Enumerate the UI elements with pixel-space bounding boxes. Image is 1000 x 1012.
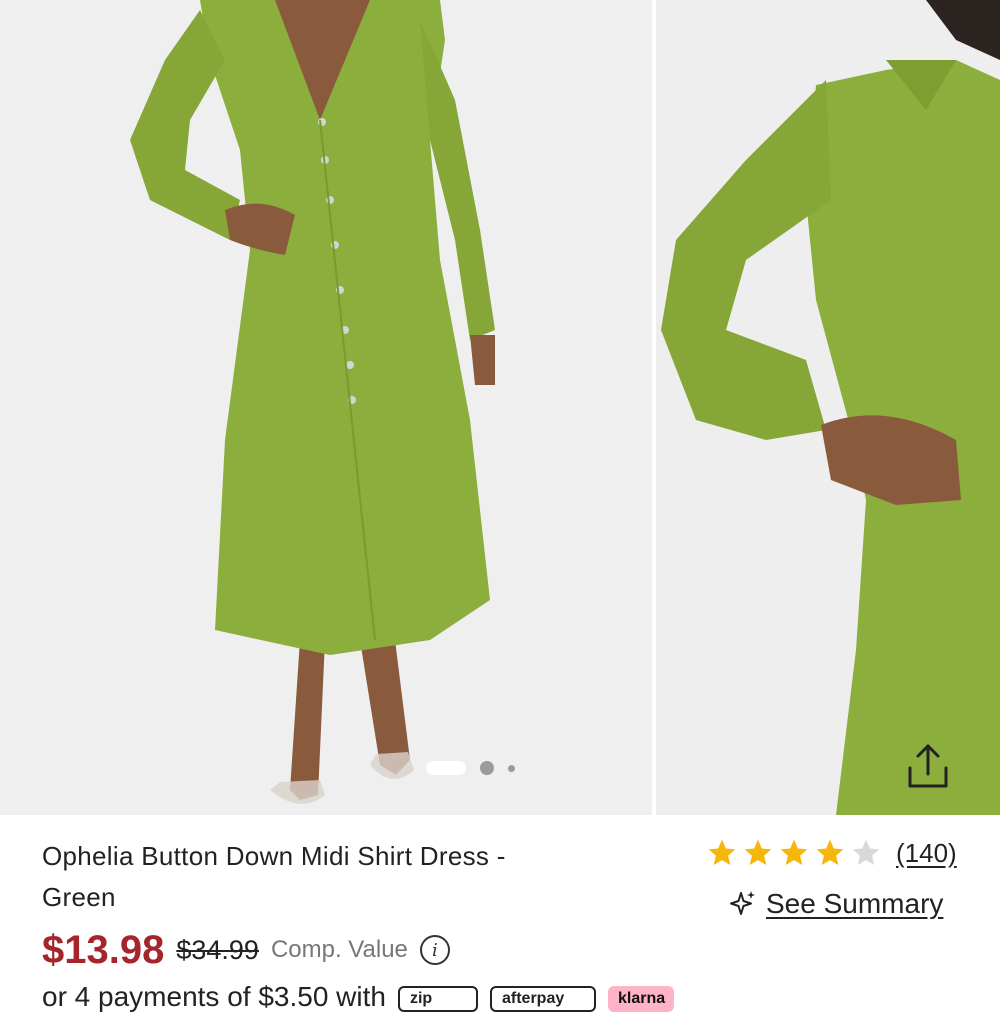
star-icon [852,839,880,865]
klarna-badge[interactable]: klarna [607,986,674,1012]
product-image-secondary[interactable] [656,0,1000,815]
dress-photo-closeup [656,0,1000,815]
review-count-link[interactable]: (140) [896,838,957,869]
see-summary-label: See Summary [766,888,944,919]
zip-badge[interactable]: zip [397,986,478,1012]
product-title-line: Ophelia Button Down Midi Shirt Dress - [42,841,506,871]
product-title: Ophelia Button Down Midi Shirt Dress - G… [42,836,642,918]
share-icon[interactable] [900,738,956,794]
pagination-dot[interactable] [508,764,515,772]
product-image-gallery[interactable] [0,0,1000,815]
sale-price: $13.98 [42,927,165,972]
see-summary-link[interactable]: See Summary [728,884,943,924]
star-icon [744,839,772,865]
comp-value-label: Comp. Value [270,936,408,963]
product-rating[interactable]: (140) [706,834,957,872]
price-row: $13.98 $34.99 Comp. Value i [42,924,450,976]
afterpay-badge[interactable]: afterpay [489,986,596,1012]
original-price: $34.99 [176,934,259,965]
product-image-main[interactable] [0,0,652,815]
rating-stars [706,837,882,869]
sparkle-icon [730,891,755,915]
pagination-dot[interactable] [480,761,494,775]
installment-payments: or 4 payments of $3.50 with zip afterpay… [42,982,674,1012]
product-title-line: Green [42,882,116,912]
gallery-pagination [426,760,515,776]
pagination-dot-active[interactable] [426,761,466,775]
installment-text: or 4 payments of $3.50 with [42,981,386,1012]
star-icon [780,839,808,865]
dress-photo-front [0,0,652,815]
info-icon[interactable]: i [419,935,450,965]
star-icon [816,839,844,865]
star-icon [708,839,736,865]
